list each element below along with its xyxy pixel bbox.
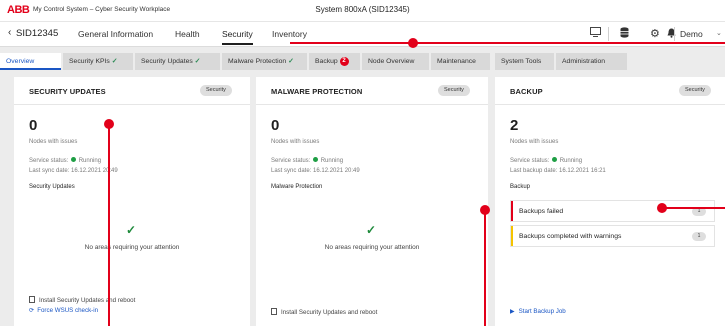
no-issues-message: No areas requiring your attention — [84, 244, 180, 251]
status-ok-dot — [71, 157, 77, 162]
section-label: Backup — [510, 184, 531, 190]
section-label: Malware Protection — [271, 184, 323, 190]
annotation-marker — [657, 203, 667, 213]
security-tag: Security — [200, 85, 232, 96]
tab-inventory[interactable]: Inventory — [272, 29, 307, 39]
check-icon: ✓ — [194, 58, 201, 65]
subtab-maintenance[interactable]: Maintenance — [431, 53, 491, 70]
force-wsus-checkin-link[interactable]: ⟳ Force WSUS check-in — [29, 307, 98, 314]
divider — [256, 104, 488, 105]
gear-icon[interactable]: ⚙ — [650, 27, 660, 40]
annotation-line — [290, 42, 725, 44]
chevron-down-icon[interactable]: ⌄ — [716, 29, 722, 37]
security-updates-panel: SECURITY UPDATES Security 0 Nodes with i… — [14, 77, 250, 326]
divider — [14, 104, 250, 105]
issue-count: 0 — [29, 117, 38, 134]
tab-health[interactable]: Health — [175, 29, 200, 39]
database-icon[interactable] — [620, 27, 629, 41]
system-id: SID12345 — [16, 28, 59, 39]
title-bar: ABB My Control System – Cyber Security W… — [0, 0, 725, 22]
tab-security[interactable]: Security — [222, 29, 253, 45]
document-icon — [29, 296, 35, 303]
backup-panel: BACKUP Security 2 Nodes with issues Serv… — [495, 77, 725, 326]
subtab-overview[interactable]: Overview — [0, 53, 62, 70]
play-icon: ▶ — [510, 309, 515, 315]
count-badge: 1 — [692, 232, 706, 241]
security-tag: Security — [438, 85, 470, 96]
backup-alert-badge: 2 — [339, 57, 349, 66]
count-label: Nodes with issues — [271, 139, 320, 145]
panel-title: MALWARE PROTECTION — [271, 87, 363, 96]
refresh-icon: ⟳ — [29, 307, 35, 314]
panel-title: BACKUP — [510, 87, 543, 96]
security-tag: Security — [679, 85, 711, 96]
divider — [674, 27, 675, 41]
annotation-line — [663, 207, 725, 209]
annotation-marker — [104, 119, 114, 129]
document-icon — [271, 308, 277, 315]
issue-count: 0 — [271, 117, 280, 134]
annotation-marker — [480, 205, 490, 215]
monitor-icon[interactable] — [590, 27, 601, 40]
error-indicator — [511, 201, 513, 221]
section-label: Security Updates — [29, 184, 75, 190]
service-status: Service status: Running — [271, 157, 344, 164]
check-icon: ✓ — [111, 58, 118, 65]
subtab-security-kpis[interactable]: Security KPIs ✓ — [63, 53, 134, 70]
subtab-security-updates[interactable]: Security Updates ✓ — [135, 53, 221, 70]
breadcrumb[interactable]: My Control System – Cyber Security Workp… — [33, 6, 170, 13]
no-issues-message: No areas requiring your attention — [324, 244, 420, 251]
annotation-line — [108, 128, 110, 326]
start-backup-job-link[interactable]: ▶ Start Backup Job — [510, 308, 566, 315]
backup-date: Last backup date: 16.12.2021 16:21 — [510, 168, 606, 174]
status-ok-dot — [313, 157, 319, 162]
subtab-node-overview[interactable]: Node Overview — [362, 53, 430, 70]
warning-indicator — [511, 226, 513, 246]
service-status: Service status: Running — [29, 157, 102, 164]
divider — [608, 27, 609, 41]
issue-count: 2 — [510, 117, 519, 134]
subtab-system-tools[interactable]: System Tools — [495, 53, 555, 70]
status-ok-dot — [552, 157, 558, 162]
sync-date: Last sync date: 16.12.2021 20:49 — [271, 168, 360, 174]
check-icon: ✓ — [366, 223, 377, 237]
service-status: Service status: Running — [510, 157, 583, 164]
user-menu[interactable]: Demo — [680, 29, 703, 39]
divider — [495, 104, 725, 105]
check-icon: ✓ — [288, 58, 294, 65]
backups-failed-row[interactable]: Backups failed 1 — [510, 200, 715, 222]
count-label: Nodes with issues — [510, 139, 559, 145]
subtab-backup[interactable]: Backup 2 — [309, 53, 361, 70]
annotation-marker — [408, 38, 418, 48]
annotation-line — [484, 213, 486, 326]
tab-general-information[interactable]: General Information — [78, 29, 153, 39]
subtab-administration[interactable]: Administration — [556, 53, 628, 70]
chevron-left-icon[interactable]: ‹ — [8, 27, 11, 38]
subtab-malware-protection[interactable]: Malware Protection ✓ — [222, 53, 308, 70]
security-subtabs: Overview Security KPIs ✓ Security Update… — [0, 53, 725, 70]
backups-warnings-row[interactable]: Backups completed with warnings 1 — [510, 225, 715, 247]
check-icon: ✓ — [126, 223, 137, 237]
count-label: Nodes with issues — [29, 139, 78, 145]
install-updates-action[interactable]: Install Security Updates and reboot — [271, 308, 377, 316]
install-updates-action[interactable]: Install Security Updates and reboot — [29, 296, 135, 304]
abb-logo[interactable]: ABB — [7, 4, 30, 16]
panel-title: SECURITY UPDATES — [29, 87, 106, 96]
malware-protection-panel: MALWARE PROTECTION Security 0 Nodes with… — [256, 77, 488, 326]
sync-date: Last sync date: 16.12.2021 20:49 — [29, 168, 118, 174]
